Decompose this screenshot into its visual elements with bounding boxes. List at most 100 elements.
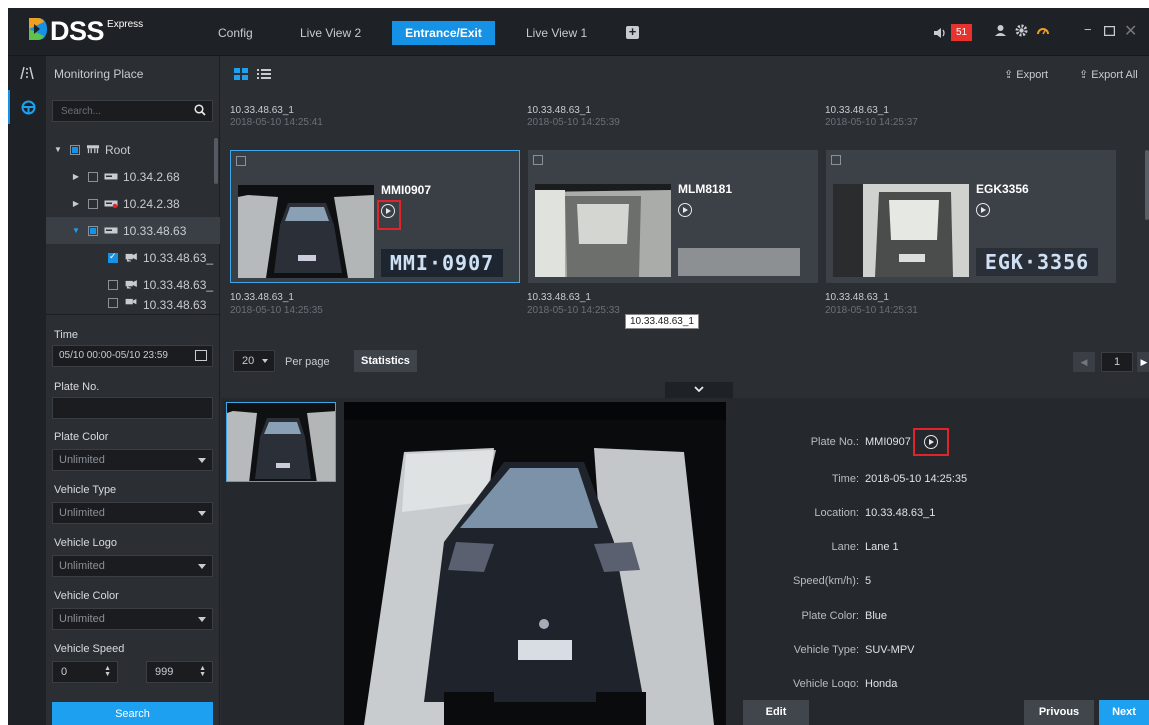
info-key: Vehicle Type: <box>793 644 859 656</box>
plate-image[interactable]: MMI·0907 <box>381 249 503 277</box>
tree-node-root[interactable]: ▼ Root <box>46 136 220 163</box>
grid-view-icon[interactable] <box>234 68 248 80</box>
next-button[interactable]: Next <box>1099 700 1149 725</box>
strip-item-vehicle[interactable] <box>8 90 46 124</box>
tree-checkbox[interactable] <box>88 171 98 182</box>
minimize-icon[interactable]: − <box>1084 22 1092 37</box>
calendar-icon[interactable] <box>195 350 207 361</box>
statistics-button[interactable]: Statistics <box>354 350 417 372</box>
play-icon[interactable] <box>924 435 938 449</box>
tab-live-view-2[interactable]: Live View 2 <box>288 21 373 45</box>
vehicle-type-label: Vehicle Type <box>54 484 117 496</box>
per-page-select[interactable]: 20 <box>233 350 275 372</box>
speed-min-value: 0 <box>61 666 68 678</box>
info-value: 2018-05-10 14:25:35 <box>865 473 968 485</box>
speed-max-stepper[interactable]: 999 ▲ ▼ <box>146 661 213 683</box>
stepper-arrows-icon[interactable]: ▲ ▼ <box>199 665 206 678</box>
vehicle-snapshot-thumbnail[interactable] <box>833 184 969 277</box>
tree-node-channel[interactable]: 10.33.48.63_ <box>46 271 220 298</box>
maximize-icon[interactable] <box>1104 26 1115 36</box>
plate-color-select[interactable]: Unlimited <box>52 449 213 471</box>
record-channel: 10.33.48.63_1 <box>230 292 294 303</box>
page-number-input[interactable]: 1 <box>1101 352 1133 372</box>
stepper-arrows-icon[interactable]: ▲ ▼ <box>104 665 111 678</box>
play-icon[interactable] <box>976 203 990 217</box>
search-button[interactable]: Search <box>52 702 213 725</box>
edit-button[interactable]: Edit <box>743 700 809 725</box>
brand-edition: Express <box>107 19 144 30</box>
caret-expanded-icon[interactable]: ▼ <box>70 226 82 235</box>
device-search[interactable] <box>52 100 213 122</box>
tab-live-view-1[interactable]: Live View 1 <box>514 21 599 45</box>
prev-page-button[interactable]: ◀ <box>1073 352 1095 372</box>
tree-scrollbar[interactable] <box>214 138 218 184</box>
vehicle-type-select[interactable]: Unlimited <box>52 502 213 524</box>
tree-node-device[interactable]: ▶ 10.24.2.38 <box>46 190 220 217</box>
previous-button[interactable]: Privous <box>1024 700 1094 725</box>
caret-expanded-icon[interactable]: ▼ <box>52 145 64 154</box>
brand-name: DSS <box>50 16 105 46</box>
tree-checkbox[interactable] <box>108 279 118 290</box>
record-checkbox[interactable] <box>236 156 246 166</box>
export-button[interactable]: ⇪ Export <box>1004 68 1048 81</box>
search-icon[interactable] <box>194 104 206 116</box>
tree-label: 10.24.2.38 <box>123 196 180 211</box>
vehicle-color-select[interactable]: Unlimited <box>52 608 213 630</box>
tree-node-channel[interactable]: 10.33.48.63 <box>46 298 220 314</box>
records-scrollbar[interactable] <box>1145 150 1149 220</box>
tree-label: 10.33.48.63 <box>123 223 187 238</box>
record-card-selected[interactable]: MMI0907 MMI·0907 <box>230 150 520 283</box>
tree-node-device-selected[interactable]: ▼ 10.33.48.63 <box>46 217 220 244</box>
tree-checkbox[interactable] <box>70 144 80 155</box>
time-range-field[interactable]: 05/10 00:00-05/10 23:59 <box>52 345 213 367</box>
car-photo-icon <box>238 185 374 278</box>
alarm-indicator[interactable]: 51 <box>933 24 973 41</box>
plate-no-input[interactable] <box>52 397 213 419</box>
chevron-down-icon <box>694 386 704 393</box>
info-key: Location: <box>814 507 859 519</box>
record-time: 2018-05-10 14:25:31 <box>825 305 918 316</box>
vehicle-full-image[interactable] <box>344 402 726 725</box>
list-view-icon[interactable] <box>257 68 271 80</box>
main-toolbar: ⇪ Export ⇪ Export All <box>221 56 1149 92</box>
tree-checkbox[interactable] <box>108 298 118 308</box>
plate-image[interactable] <box>678 248 800 276</box>
add-tab-button[interactable]: + <box>626 25 639 39</box>
info-value: SUV-MPV <box>865 644 915 656</box>
strip-item-road[interactable] <box>8 56 46 90</box>
plate-image[interactable]: EGK·3356 <box>976 248 1098 276</box>
vehicle-snapshot-thumbnail[interactable] <box>238 185 374 278</box>
caret-collapsed-icon[interactable]: ▶ <box>70 199 82 208</box>
user-icon[interactable] <box>994 24 1007 37</box>
device-search-input[interactable] <box>53 101 183 121</box>
tree-node-channel[interactable]: 10.33.48.63_ <box>46 244 220 271</box>
caret-collapsed-icon[interactable]: ▶ <box>70 172 82 181</box>
device-tree: ▼ Root ▶ 10.34.2.68 ▶ 10.24.2.38 ▼ 10.33… <box>46 136 220 314</box>
info-row-speed: Speed(km/h): 5 <box>738 575 1149 591</box>
collapse-detail-button[interactable] <box>665 382 733 398</box>
record-checkbox[interactable] <box>533 155 543 165</box>
nvr-device-offline-icon <box>104 200 118 208</box>
tree-checkbox[interactable] <box>88 225 98 236</box>
record-card[interactable]: MLM8181 <box>528 150 818 283</box>
next-page-button[interactable]: ▶ <box>1137 352 1149 372</box>
performance-gauge-icon[interactable] <box>1036 24 1050 36</box>
record-checkbox[interactable] <box>831 155 841 165</box>
record-card[interactable]: EGK3356 EGK·3356 <box>826 150 1116 283</box>
tree-checkbox-checked[interactable] <box>108 251 118 263</box>
settings-gear-icon[interactable] <box>1015 24 1028 37</box>
play-icon[interactable] <box>381 204 395 218</box>
tree-checkbox[interactable] <box>88 198 98 209</box>
export-all-button[interactable]: ⇪ Export All <box>1079 68 1138 81</box>
info-value: MMI0907 <box>865 436 911 448</box>
tab-config[interactable]: Config <box>206 21 265 45</box>
tree-node-device[interactable]: ▶ 10.34.2.68 <box>46 163 220 190</box>
detail-thumbnail[interactable] <box>226 402 336 482</box>
play-icon[interactable] <box>678 203 692 217</box>
vehicle-snapshot-thumbnail[interactable] <box>535 184 671 277</box>
close-icon[interactable]: ✕ <box>1124 21 1137 41</box>
vehicle-logo-select[interactable]: Unlimited <box>52 555 213 577</box>
tab-entrance-exit[interactable]: Entrance/Exit <box>392 21 495 45</box>
speed-max-value: 999 <box>155 666 174 678</box>
speed-min-stepper[interactable]: 0 ▲ ▼ <box>52 661 118 683</box>
